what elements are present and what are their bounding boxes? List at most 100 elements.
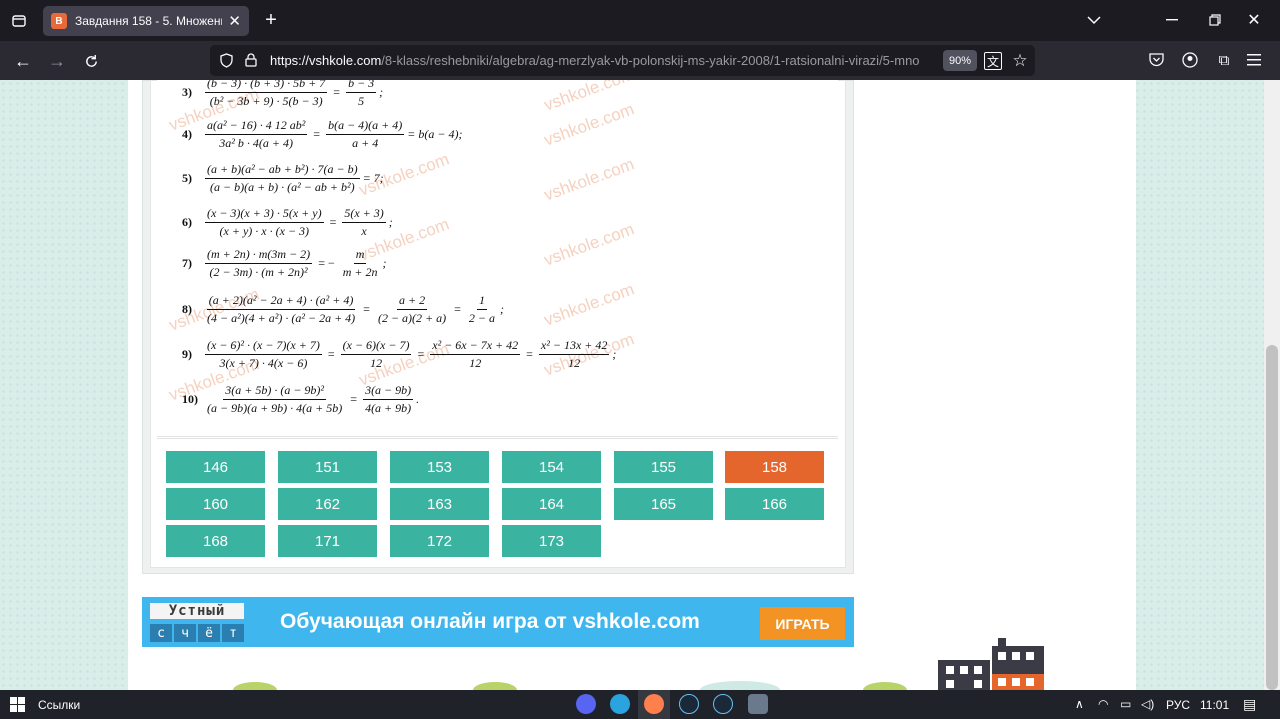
equation-operator: = — [363, 302, 370, 316]
fraction: mm + 2n — [341, 247, 380, 280]
numerator: 3(a + 5b) · (a − 9b)² — [223, 383, 327, 400]
task-button-168[interactable]: 168 — [166, 525, 265, 557]
fraction: 3(a + 5b) · (a − 9b)² (a − 9b)(a + 9b) · … — [205, 383, 344, 416]
task-button-153[interactable]: 153 — [390, 451, 489, 483]
task-button-164[interactable]: 164 — [502, 488, 601, 520]
battery-icon[interactable]: ▭ — [1120, 697, 1131, 711]
clock[interactable]: 11:01 — [1200, 698, 1229, 712]
close-tab-icon[interactable]: ✕ — [228, 12, 241, 30]
restore-icon[interactable] — [1205, 10, 1225, 30]
os-taskbar: Ссылки ∧ ◠ ▭ ◁) РУС 11:01 ▤ — [0, 690, 1280, 719]
equation-operator: = — [454, 302, 461, 316]
numerator: b − 3 — [346, 80, 377, 93]
fraction: a(a² − 16) · 4 12 ab² 3a² b · 4(a + 4) — [205, 118, 308, 151]
task-button-173[interactable]: 173 — [502, 525, 601, 557]
fraction: x² − 6x − 7x + 42 12 — [430, 338, 521, 371]
equation-row: 9) (x − 6)² · (x − 7)(x + 7) 3(x + 7) · 4(… — [182, 338, 616, 371]
equation-number: 5) — [182, 171, 192, 185]
discord-icon[interactable] — [576, 694, 596, 714]
reload-icon[interactable] — [80, 50, 102, 72]
input-language[interactable]: РУС — [1166, 698, 1190, 712]
equation-tail: ; — [388, 215, 393, 229]
equation-tail: ; — [612, 347, 617, 361]
equation-row: 3) (b − 3) · (b + 3) · 5b + 7 (b² − 3b + 9… — [182, 80, 383, 109]
forward-arrow-icon[interactable]: → — [46, 50, 68, 72]
windows-start-icon[interactable] — [10, 697, 25, 712]
numerator: b(a − 4)(a + 4) — [326, 118, 405, 135]
logo-letters: с ч ё т — [150, 624, 244, 642]
bookmark-star-icon[interactable]: ☆ — [1010, 51, 1030, 71]
tab-list-icon[interactable] — [8, 10, 30, 32]
account-icon[interactable] — [1180, 50, 1200, 70]
fraction: a + 2 (2 − a)(2 + a) — [376, 293, 448, 326]
numerator: (m + 2n) · m(3m − 2) — [205, 247, 313, 264]
task-button-160[interactable]: 160 — [166, 488, 265, 520]
task-button-171[interactable]: 171 — [278, 525, 377, 557]
denominator: 12 — [370, 356, 383, 370]
equation-tail: ; — [500, 302, 505, 316]
lock-icon[interactable] — [243, 52, 259, 68]
numerator: (x − 6)(x − 7) — [340, 338, 412, 355]
game-banner[interactable]: Устный с ч ё т Обучающая онлайн игра от … — [142, 597, 854, 647]
task-button-158[interactable]: 158 — [725, 451, 824, 483]
steam-icon[interactable] — [713, 694, 733, 714]
task-button-172[interactable]: 172 — [390, 525, 489, 557]
fraction: 12 − a — [467, 293, 497, 326]
play-button[interactable]: ИГРАТЬ — [760, 607, 845, 640]
pocket-icon[interactable] — [1146, 50, 1166, 70]
numerator: (a + 2)(a² − 2a + 4) · (a² + 4) — [206, 293, 356, 310]
numerator: 1 — [476, 293, 487, 310]
denominator: (2 − a)(2 + a) — [377, 311, 447, 325]
zoom-level[interactable]: 90% — [943, 50, 977, 71]
active-app-indicator — [638, 690, 670, 719]
task-button-146[interactable]: 146 — [166, 451, 265, 483]
numerator: 3(a − 9b) — [363, 383, 414, 400]
minimize-icon[interactable] — [1162, 10, 1182, 30]
url-bar[interactable]: https://vshkole.com/8-klass/reshebniki/a… — [210, 45, 1035, 76]
fraction: x² − 13x + 42 12 — [538, 338, 610, 371]
denominator: (x + y) · x · (x − 3) — [219, 224, 310, 238]
denominator: a + 4 — [352, 136, 379, 150]
network-icon[interactable]: ◠ — [1098, 697, 1108, 711]
tab-overflow-chevron-icon[interactable] — [1084, 10, 1104, 30]
extensions-icon[interactable]: ⧉ — [1214, 50, 1234, 70]
logo-letter: ё — [198, 624, 220, 642]
task-button-166[interactable]: 166 — [725, 488, 824, 520]
task-button-162[interactable]: 162 — [278, 488, 377, 520]
back-arrow-icon[interactable]: ← — [12, 50, 34, 72]
close-window-icon[interactable]: ✕ — [1244, 10, 1264, 30]
scrollbar-thumb[interactable] — [1266, 345, 1278, 690]
shield-icon[interactable] — [218, 52, 234, 68]
navigation-bar: ← → https://vshkole.com/8-klass/reshebni… — [0, 41, 1280, 80]
watermark: vshkole.com — [541, 279, 637, 330]
numerator: (b − 3) · (b + 3) · 5b + 7 — [205, 80, 328, 93]
denominator: (a − b)(a + b) · (a² − ab + b²) — [210, 180, 355, 194]
tray-chevron-icon[interactable]: ∧ — [1075, 697, 1084, 711]
equation-operator: = — [526, 347, 533, 361]
app-icon[interactable] — [748, 694, 768, 714]
telegram-icon[interactable] — [610, 694, 630, 714]
volume-icon[interactable]: ◁) — [1141, 697, 1154, 711]
menu-icon[interactable] — [1244, 50, 1264, 70]
task-button-154[interactable]: 154 — [502, 451, 601, 483]
equation-tail: ; — [382, 256, 387, 270]
new-tab-icon[interactable]: + — [260, 9, 282, 31]
equation-row: 8) (a + 2)(a² − 2a + 4) · (a² + 4) (4 − a²… — [182, 293, 504, 326]
equation-row: 10) 3(a + 5b) · (a − 9b)² (a − 9b)(a + 9b)… — [182, 383, 419, 416]
notifications-icon[interactable]: ▤ — [1243, 696, 1256, 713]
numerator: (x − 6)² · (x − 7)(x + 7) — [205, 338, 322, 355]
task-button-163[interactable]: 163 — [390, 488, 489, 520]
logo-letter: ч — [174, 624, 196, 642]
task-button-151[interactable]: 151 — [278, 451, 377, 483]
task-button-165[interactable]: 165 — [614, 488, 713, 520]
equation-number: 6) — [182, 215, 192, 229]
logo-letter: с — [150, 624, 172, 642]
browser-tab[interactable]: В Завдання 158 - 5. Множення і д ✕ — [43, 6, 249, 36]
steam-icon[interactable] — [679, 694, 699, 714]
denominator: 12 — [469, 356, 482, 370]
translate-icon[interactable]: 文 — [984, 52, 1002, 70]
numerator: (a + b)(a² − ab + b²) · 7(a − b) — [205, 162, 360, 179]
equation-operator: = — [333, 85, 341, 99]
links-toolbar-label[interactable]: Ссылки — [38, 698, 80, 712]
task-button-155[interactable]: 155 — [614, 451, 713, 483]
